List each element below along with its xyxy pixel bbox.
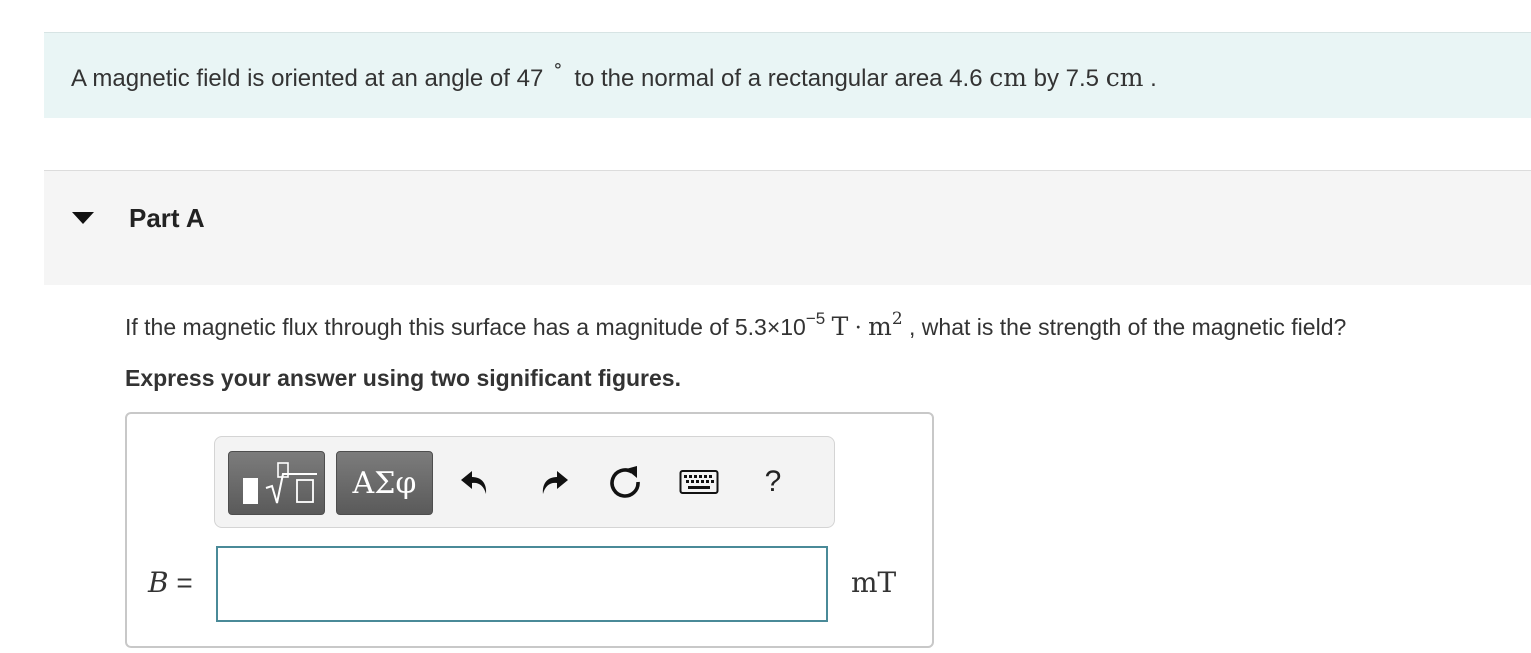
answer-variable-label: B = xyxy=(148,566,193,599)
symbols-button[interactable]: ΑΣφ xyxy=(336,451,433,515)
reset-button[interactable] xyxy=(603,459,647,505)
intro-text-2: to the normal of a rectangular area 4.6 xyxy=(574,65,983,92)
variable-symbol: B xyxy=(148,566,169,599)
reset-icon xyxy=(610,466,640,498)
equals-sign: = xyxy=(176,567,193,598)
problem-statement: A magnetic field is oriented at an angle… xyxy=(44,32,1531,118)
unit-meter-exponent: 2 xyxy=(891,309,903,329)
exponent: −5 xyxy=(805,309,826,328)
collapse-triangle-icon[interactable] xyxy=(72,212,94,224)
help-button[interactable]: ? xyxy=(751,459,795,505)
undo-icon xyxy=(461,471,487,494)
problem-text: A magnetic field is oriented at an angle… xyxy=(71,60,1157,93)
question-text: If the magnetic flux through this surfac… xyxy=(125,309,1347,341)
degree-symbol: ° xyxy=(553,60,563,81)
unit-cm-2: cm xyxy=(1105,63,1144,92)
intro-text-3: by 7.5 xyxy=(1033,65,1100,92)
intro-text-1: A magnetic field is oriented at an angle… xyxy=(71,65,544,92)
templates-button[interactable] xyxy=(228,451,325,515)
unit-tesla: T xyxy=(831,312,849,341)
part-title: Part A xyxy=(129,203,205,233)
math-toolbar: ΑΣφ ? xyxy=(214,436,835,528)
redo-button[interactable] xyxy=(532,459,576,505)
unit-meter: m xyxy=(868,312,892,341)
answer-units: mT xyxy=(851,566,897,599)
answer-box: ΑΣφ ? B = mT xyxy=(125,412,934,648)
part-a-header[interactable]: Part A xyxy=(44,170,1531,285)
undo-button[interactable] xyxy=(453,459,497,505)
symbols-label: ΑΣφ xyxy=(352,465,417,501)
question-text-2: , what is the strength of the magnetic f… xyxy=(909,314,1347,340)
redo-icon xyxy=(542,471,568,494)
intro-text-end: . xyxy=(1150,65,1157,92)
templates-icon xyxy=(243,462,317,504)
keyboard-button[interactable] xyxy=(677,459,721,505)
help-label: ? xyxy=(764,465,782,498)
unit-cm-1: cm xyxy=(989,63,1027,92)
question-text-1: If the magnetic flux through this surfac… xyxy=(125,314,806,340)
answer-input[interactable] xyxy=(216,546,828,622)
dot-operator: · xyxy=(854,316,862,341)
keyboard-icon xyxy=(679,470,719,494)
instruction-text: Express your answer using two significan… xyxy=(125,365,681,391)
